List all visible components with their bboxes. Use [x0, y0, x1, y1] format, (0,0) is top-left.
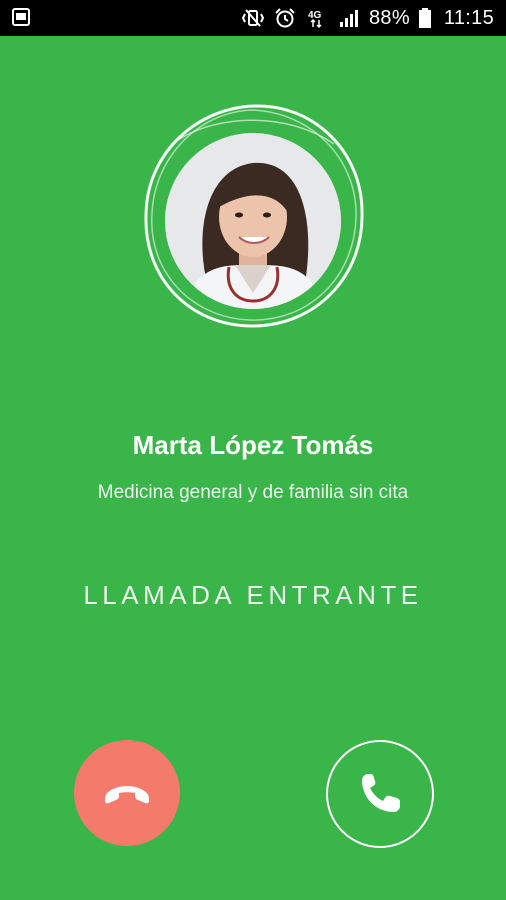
signal-icon	[339, 10, 358, 27]
doctor-avatar-icon	[165, 133, 341, 309]
caller-specialty: Medicina general y de familia sin cita	[97, 482, 409, 503]
vibrate-icon	[241, 9, 265, 27]
battery-icon	[418, 8, 431, 28]
accept-call-button[interactable]	[326, 740, 434, 848]
status-icons: 4G 88% 11:15	[241, 0, 494, 36]
phone-icon	[362, 774, 400, 812]
status-bar: 4G 88% 11:15	[0, 0, 506, 36]
image-notification-icon	[12, 8, 30, 26]
alarm-icon	[275, 8, 295, 28]
battery-percentage: 88%	[368, 6, 410, 29]
decline-call-button[interactable]	[74, 740, 180, 846]
caller-avatar	[165, 133, 341, 309]
hang-up-icon	[105, 786, 149, 804]
caller-name: Marta López Tomás	[132, 430, 374, 460]
call-status: LLAMADA ENTRANTE	[83, 580, 423, 610]
clock: 11:15	[443, 6, 494, 29]
network-4g-icon: 4G	[308, 10, 322, 29]
svg-text:4G: 4G	[308, 10, 322, 21]
caller-avatar-area	[138, 100, 370, 332]
